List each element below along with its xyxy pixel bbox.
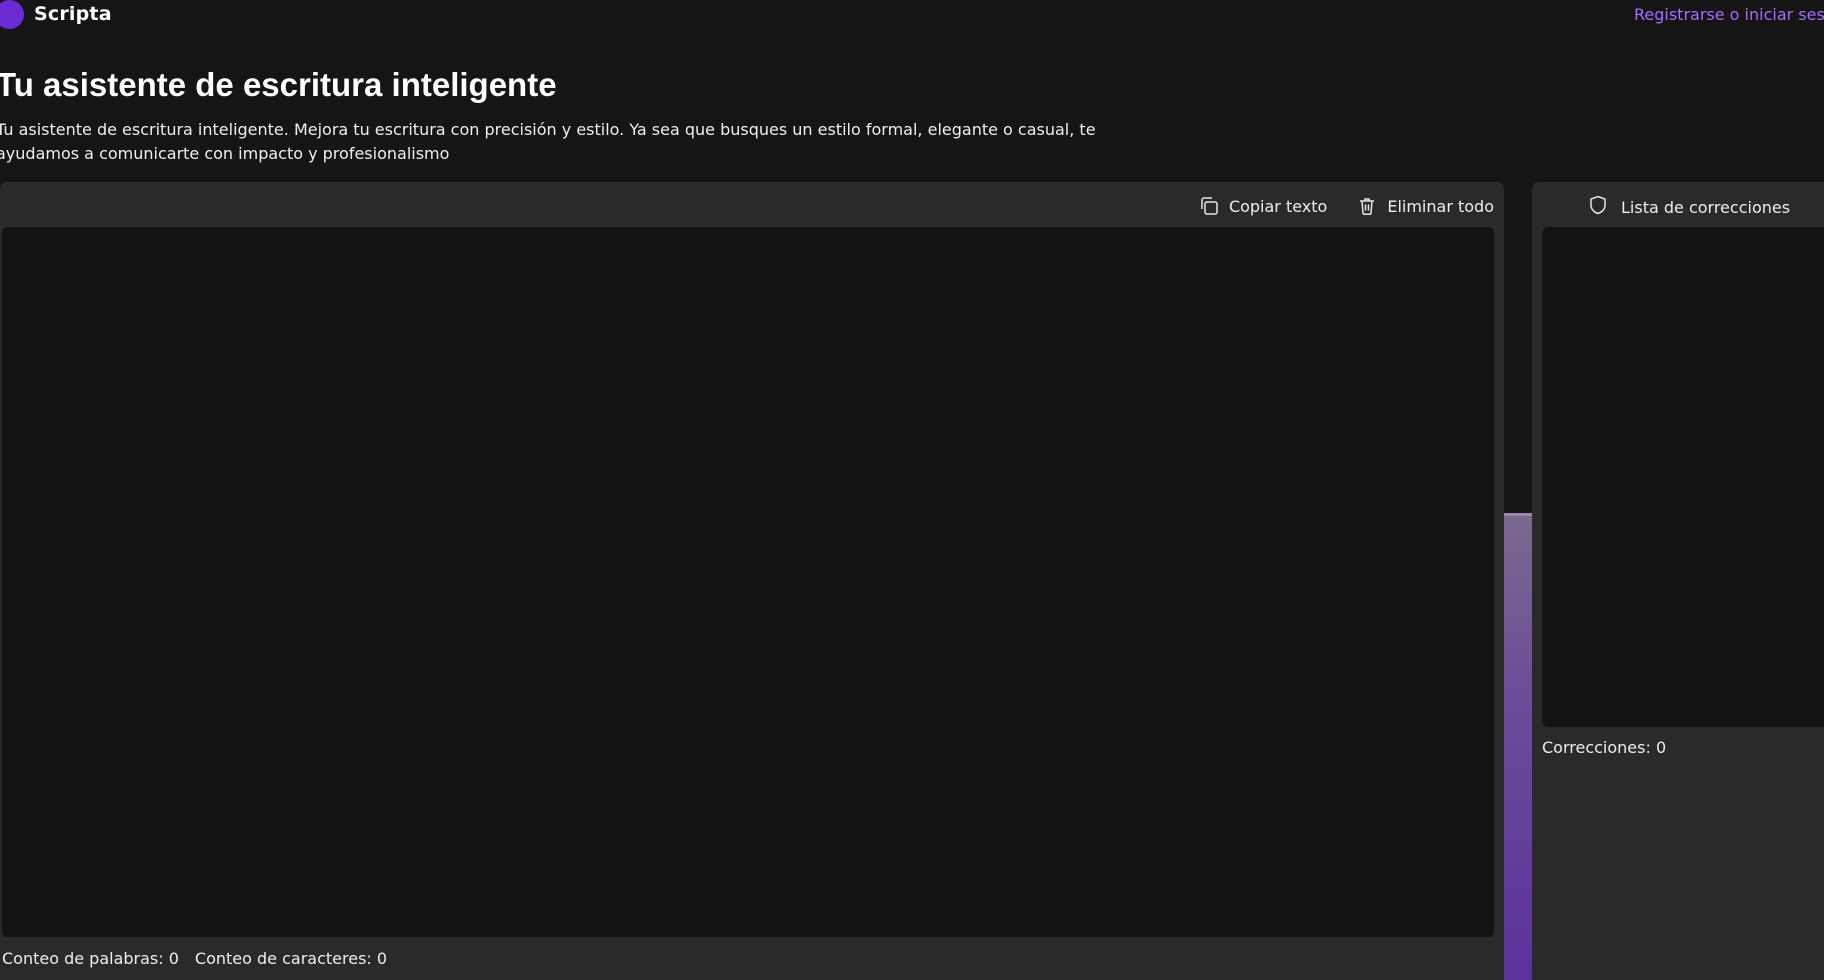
shield-icon [1587, 194, 1609, 220]
top-bar: Scripta Registrarse o iniciar sesió [0, 0, 1824, 30]
editor-panel: Copiar texto Eliminar todo Conteo de pal… [0, 182, 1504, 980]
panel-divider-scrollbar[interactable] [1504, 513, 1532, 980]
brand-name[interactable]: Scripta [34, 3, 112, 25]
copy-text-button[interactable]: Copiar texto [1199, 196, 1327, 216]
corrections-header: Lista de correcciones [1587, 194, 1790, 220]
corrections-header-label: Lista de correcciones [1621, 197, 1791, 217]
copy-text-label: Copiar texto [1228, 196, 1328, 216]
character-count: Conteo de caracteres: 0 [194, 949, 388, 968]
corrections-panel: Lista de correcciones Correcciones: 0 [1532, 182, 1824, 980]
corrections-count: Correcciones: 0 [1542, 738, 1667, 757]
editor-footer: Conteo de palabras: 0 Conteo de caracter… [2, 949, 387, 968]
trash-icon [1357, 196, 1377, 216]
corrections-list [1542, 227, 1824, 727]
delete-all-label: Eliminar todo [1387, 196, 1494, 216]
editor-textarea[interactable] [2, 227, 1494, 937]
page-subtitle: Tu asistente de escritura inteligente. M… [0, 120, 1096, 163]
logo-icon [0, 0, 24, 29]
page-title: Tu asistente de escritura inteligente [0, 66, 557, 103]
editor-toolbar: Copiar texto Eliminar todo [1199, 194, 1494, 218]
delete-all-button[interactable]: Eliminar todo [1357, 196, 1494, 216]
register-login-link[interactable]: Registrarse o iniciar sesió [1634, 5, 1824, 24]
word-count: Conteo de palabras: 0 [2, 949, 179, 968]
copy-icon [1199, 196, 1219, 216]
